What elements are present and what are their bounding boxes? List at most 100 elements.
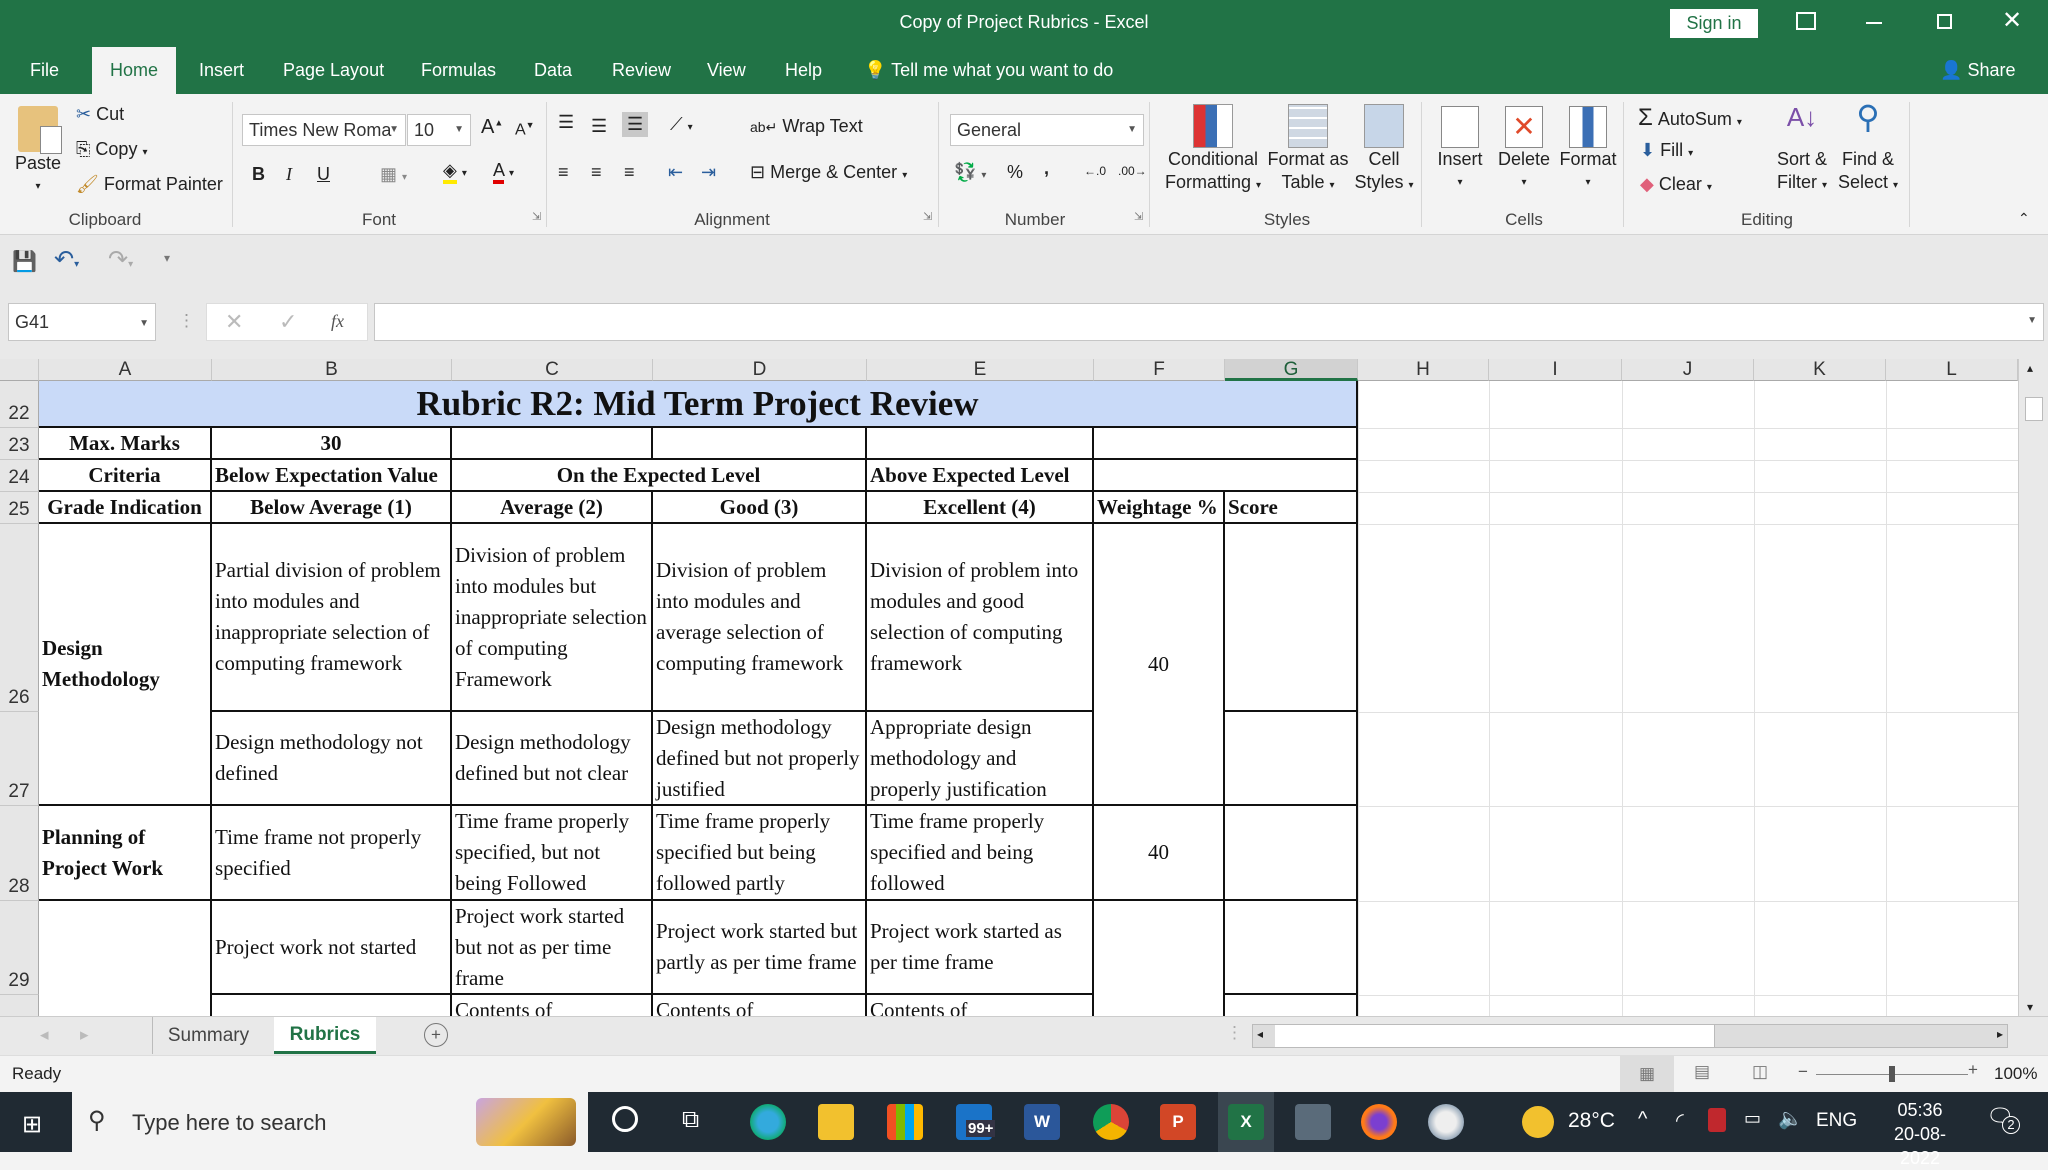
insert-cells-button[interactable]: Insert ▾ [1432, 106, 1488, 194]
windows-start-icon[interactable]: ⊞ [22, 1110, 42, 1139]
column-header-f[interactable]: F [1094, 359, 1225, 381]
column-header-a[interactable]: A [39, 359, 212, 381]
weather-icon[interactable] [1522, 1106, 1554, 1138]
cell-c24-d24[interactable]: On the Expected Level [452, 460, 867, 492]
powerpoint-icon[interactable]: P [1160, 1104, 1196, 1140]
cell-a23[interactable]: Max. Marks [39, 428, 212, 460]
worksheet-grid[interactable]: ABCDEFGHIJKL222324252627282930▴▾Rubric R… [0, 359, 2048, 1016]
top-align-icon[interactable]: ☰ [558, 112, 574, 133]
cell-g27[interactable] [1225, 712, 1358, 806]
cell-f23-g23[interactable] [1094, 428, 1358, 460]
cell-e24[interactable]: Above Expected Level [867, 460, 1094, 492]
scroll-left-icon[interactable]: ◂ [1257, 1027, 1263, 1041]
sheet-tab-rubrics[interactable]: Rubrics [274, 1017, 376, 1054]
fill-button[interactable]: ⬇ Fill ▾ [1640, 140, 1693, 161]
cell-c27[interactable]: Design methodology defined but not clear [452, 712, 653, 806]
decrease-decimal-icon[interactable]: .00→ [1118, 164, 1147, 178]
close-icon[interactable]: ✕ [2002, 6, 2022, 35]
zoom-slider-thumb[interactable] [1889, 1066, 1895, 1082]
column-header-c[interactable]: C [452, 359, 653, 381]
zoom-level[interactable]: 100% [1994, 1064, 2037, 1084]
cell-e27[interactable]: Appropriate design methodology and prope… [867, 712, 1094, 806]
page-layout-view-icon[interactable]: ▤ [1694, 1062, 1710, 1082]
cell-b24[interactable]: Below Expectation Value [212, 460, 452, 492]
percent-style-button[interactable]: % [1007, 162, 1023, 183]
store-icon[interactable] [887, 1104, 923, 1140]
find-select-button[interactable]: ⚲ Find & Select ▾ [1836, 101, 1900, 197]
scroll-right-icon[interactable]: ▸ [1997, 1027, 2003, 1041]
zoom-in-icon[interactable]: + [1968, 1060, 1978, 1080]
row-header-23[interactable]: 23 [0, 428, 39, 460]
column-header-l[interactable]: L [1886, 359, 2018, 381]
redo-icon[interactable]: ↷▾ [108, 245, 133, 274]
collapse-ribbon-icon[interactable]: ⌃ [2018, 210, 2030, 227]
add-sheet-icon[interactable]: + [424, 1023, 448, 1047]
zoom-out-icon[interactable]: − [1798, 1062, 1808, 1082]
next-sheet-icon[interactable]: ▸ [80, 1025, 89, 1045]
wifi-icon[interactable]: ◜ [1676, 1108, 1684, 1133]
cell-e28[interactable]: Time frame properly specified and being … [867, 806, 1094, 901]
undo-icon[interactable]: ↶▾ [54, 245, 79, 274]
column-header-d[interactable]: D [653, 359, 867, 381]
tab-insert[interactable]: Insert [199, 47, 244, 94]
select-all-corner[interactable] [0, 359, 39, 381]
tab-review[interactable]: Review [612, 47, 671, 94]
cell-d27[interactable]: Design methodology defined but not prope… [653, 712, 867, 806]
row-header-29[interactable]: 29 [0, 901, 39, 995]
middle-align-icon[interactable]: ☰ [591, 116, 607, 137]
tab-file[interactable]: File [30, 47, 59, 94]
expand-formula-bar-icon[interactable]: ▼ [2027, 306, 2037, 336]
row-header-30[interactable]: 30 [0, 995, 39, 1016]
cell-d25[interactable]: Good (3) [653, 492, 867, 524]
align-right-icon[interactable]: ≡ [624, 162, 635, 183]
bold-button[interactable]: B [252, 164, 265, 185]
cell-e23[interactable] [867, 428, 1094, 460]
cell-g29[interactable] [1225, 901, 1358, 995]
tab-home[interactable]: Home [92, 47, 177, 94]
cell-f29-f30[interactable] [1094, 901, 1225, 1016]
chrome-icon[interactable] [1093, 1104, 1129, 1140]
borders-icon[interactable]: ▦ ▾ [380, 164, 407, 185]
scrollbar-thumb[interactable] [2025, 397, 2043, 421]
column-header-i[interactable]: I [1489, 359, 1622, 381]
wrap-text-button[interactable]: ab↵ Wrap Text [750, 116, 863, 137]
clock[interactable]: 05:36 20-08-2022 [1880, 1098, 1960, 1170]
cell-a28[interactable]: Planning of Project Work [39, 806, 212, 901]
splitter-handle[interactable]: ⋮ [1226, 1023, 1243, 1043]
show-hidden-icons[interactable]: ^ [1638, 1108, 1647, 1131]
cell-d29[interactable]: Project work started but partly as per t… [653, 901, 867, 995]
taskbar-search-box[interactable]: ⚲ Type here to search [72, 1092, 588, 1152]
temperature[interactable]: 28°C [1568, 1109, 1615, 1133]
sign-in-button[interactable]: Sign in [1670, 9, 1758, 38]
tab-help[interactable]: Help [785, 47, 822, 94]
align-center-icon[interactable]: ≡ [591, 162, 602, 183]
font-name-dropdown[interactable]: Times New Roma ▼ [242, 114, 406, 146]
notifications-icon[interactable]: 🗨 2 [1986, 1104, 2020, 1136]
task-view-icon[interactable]: ⧉ [682, 1106, 699, 1134]
orientation-icon[interactable]: ⟋ ▾ [670, 114, 693, 135]
column-header-b[interactable]: B [212, 359, 452, 381]
horizontal-scrollbar[interactable]: ◂ ▸ [1252, 1024, 2008, 1048]
cell-c26[interactable]: Division of problem into modules but ina… [452, 524, 653, 712]
cell-b28[interactable]: Time frame not properly specified [212, 806, 452, 901]
save-icon[interactable]: 💾 [12, 249, 37, 274]
delete-cells-button[interactable]: ✕ Delete ▾ [1494, 106, 1554, 194]
cell-b29[interactable]: Project work not started [212, 901, 452, 995]
cell-a22-g22[interactable]: Rubric R2: Mid Term Project Review [39, 381, 1358, 428]
cell-a25[interactable]: Grade Indication [39, 492, 212, 524]
scrollbar-thumb[interactable] [1275, 1025, 1715, 1047]
dialog-launcher-icon[interactable]: ⇲ [532, 210, 541, 223]
italic-button[interactable]: I [286, 164, 292, 185]
cell-c23[interactable] [452, 428, 653, 460]
cell-a26-a27[interactable]: Design Methodology [39, 524, 212, 806]
cell-c25[interactable]: Average (2) [452, 492, 653, 524]
cell-a29-a30[interactable] [39, 901, 212, 1016]
decrease-font-size-icon[interactable]: A▼ [515, 120, 535, 139]
ribbon-display-options-icon[interactable] [1796, 12, 1816, 30]
clear-button[interactable]: ◆ Clear ▾ [1640, 174, 1712, 195]
copy-button[interactable]: ⎘ Copy ▾ [76, 139, 148, 160]
cell-e29[interactable]: Project work started as per time frame [867, 901, 1094, 995]
sort-filter-button[interactable]: A↓ Sort & Filter ▾ [1772, 104, 1832, 197]
row-header-27[interactable]: 27 [0, 712, 39, 806]
tell-me-search[interactable]: 💡 Tell me what you want to do [864, 47, 1113, 94]
